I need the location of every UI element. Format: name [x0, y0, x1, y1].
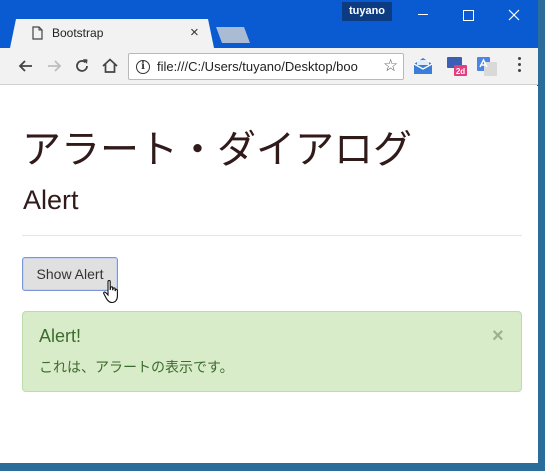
alert-close-icon[interactable]: × [492, 326, 504, 346]
alert-message: これは、アラートの表示です。 [39, 360, 234, 376]
page-icon [32, 26, 43, 40]
reload-icon[interactable] [72, 56, 92, 76]
title-bar: Bootstrap × tuyano [0, 0, 538, 48]
close-icon [508, 9, 520, 21]
back-arrow-icon[interactable] [16, 56, 36, 76]
mail-extension-icon[interactable] [412, 55, 434, 77]
tab-bootstrap[interactable]: Bootstrap × [10, 19, 214, 48]
forward-arrow-icon[interactable] [44, 56, 64, 76]
translate-extension-icon[interactable] [476, 55, 498, 77]
new-tab-button[interactable] [216, 27, 250, 43]
home-icon[interactable] [100, 56, 120, 76]
page-subtitle: Alert [23, 185, 79, 215]
url-text[interactable]: file:///C:/Users/tuyano/Desktop/boo [157, 59, 375, 74]
hand-cursor-icon [103, 279, 118, 304]
tab-title: Bootstrap [52, 26, 104, 40]
alert-box: Alert! これは、アラートの表示です。 × [22, 311, 522, 392]
minimize-button[interactable] [400, 0, 446, 30]
bookmark-star-icon[interactable]: ☆ [383, 57, 398, 75]
page-content: アラート・ダイアログ Alert Show Alert Alert! これは、ア… [0, 86, 538, 463]
2d-extension-icon[interactable]: 2d [446, 55, 468, 77]
divider [22, 235, 522, 236]
menu-dots-icon[interactable] [512, 57, 526, 77]
info-icon[interactable]: i [136, 60, 150, 74]
tab-close-icon[interactable]: × [190, 23, 199, 43]
svg-text:2d: 2d [456, 67, 465, 76]
close-window-button[interactable] [491, 0, 537, 30]
alert-title: Alert! [39, 326, 82, 346]
page-title: アラート・ダイアログ [22, 128, 413, 173]
browser-window: Bootstrap × tuyano i file:///C:/Users/tu… [0, 0, 538, 463]
profile-name-badge[interactable]: tuyano [342, 2, 392, 21]
maximize-button[interactable] [445, 0, 491, 30]
address-bar[interactable]: i file:///C:/Users/tuyano/Desktop/boo ☆ [128, 53, 404, 80]
browser-toolbar: i file:///C:/Users/tuyano/Desktop/boo ☆ … [0, 48, 538, 85]
